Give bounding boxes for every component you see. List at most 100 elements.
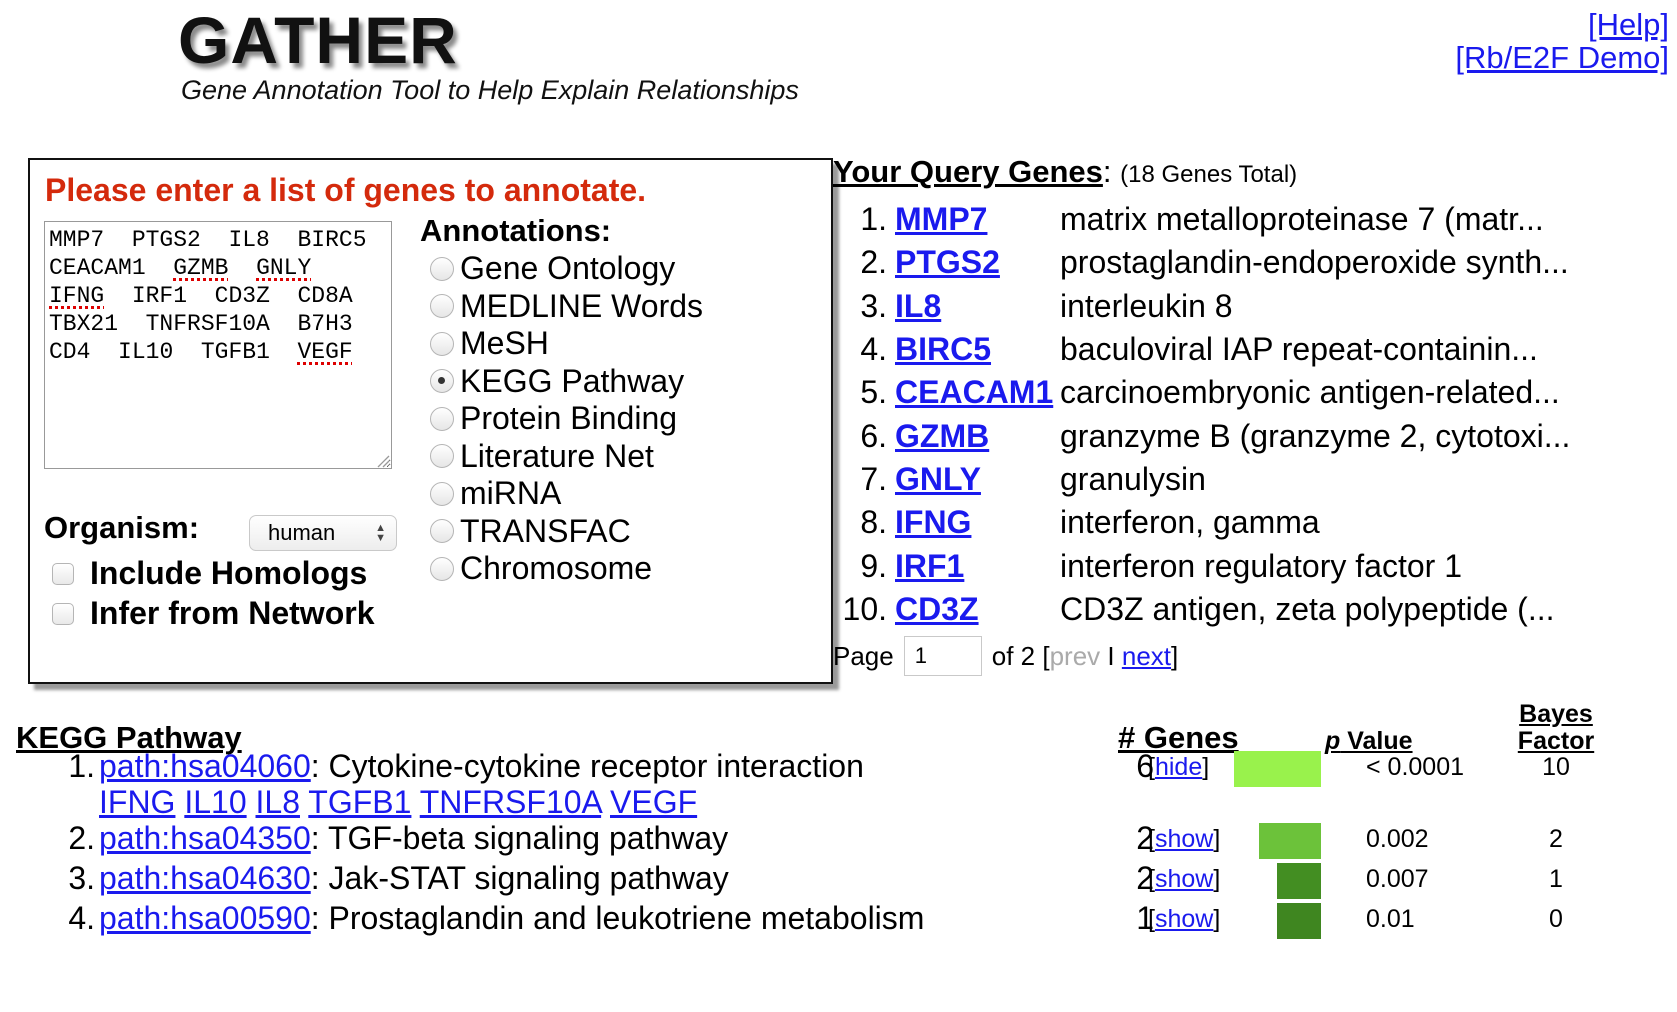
annotation-option-mirna[interactable]: miRNA xyxy=(430,475,703,513)
toggle-genes-link[interactable]: hide xyxy=(1155,753,1202,781)
annotation-option-gene-ontology[interactable]: Gene Ontology xyxy=(430,250,703,288)
gene-symbol-link[interactable]: CEACAM1 xyxy=(895,374,1070,411)
result-genes: IFNG IL10 IL8 TGFB1 TNFRSF10A VEGF xyxy=(99,784,697,821)
toggle-genes-link[interactable]: show xyxy=(1155,865,1213,893)
result-row: 3. path:hsa04630: Jak-STAT signaling path… xyxy=(0,860,1677,900)
next-link[interactable]: next xyxy=(1122,641,1171,672)
query-form: Please enter a list of genes to annotate… xyxy=(28,158,833,684)
gene-list-textarea[interactable]: MMP7 PTGS2 IL8 BIRC5 CEACAM1 GZMB GNLY I… xyxy=(44,221,392,469)
gene-symbol-link[interactable]: IL8 xyxy=(895,288,1070,325)
gene-description: granulysin xyxy=(1060,460,1206,497)
pathway-id-link[interactable]: path:hsa00590 xyxy=(99,900,311,936)
result-pathway: path:hsa00590: Prostaglandin and leukotr… xyxy=(99,900,924,937)
pager-close-bracket: ] xyxy=(1171,640,1179,671)
radio-button[interactable] xyxy=(430,481,454,506)
result-gene-link[interactable]: VEGF xyxy=(610,784,697,820)
select-arrows-icon: ▲ ▼ xyxy=(375,522,386,544)
p-value: < 0.0001 xyxy=(1366,753,1465,781)
pathway-id-link[interactable]: path:hsa04630 xyxy=(99,860,311,896)
result-gene-link[interactable]: IL8 xyxy=(256,784,300,820)
annotation-option-literature-net[interactable]: Literature Net xyxy=(430,438,703,476)
infer-network-checkbox[interactable] xyxy=(52,602,74,625)
query-gene-row: 7. GNLY granulysin xyxy=(833,458,1613,501)
result-row: 4. path:hsa00590: Prostaglandin and leuko… xyxy=(0,900,1677,940)
gene-token: IL8 xyxy=(228,227,270,253)
radio-button[interactable] xyxy=(430,331,454,356)
result-gene-link[interactable]: TGFB1 xyxy=(308,784,411,820)
page-number-input[interactable]: 1 xyxy=(903,636,982,676)
gene-index: 10. xyxy=(842,590,887,627)
radio-button[interactable] xyxy=(430,256,454,281)
annotation-option-label: miRNA xyxy=(460,475,562,512)
annotation-option-mesh[interactable]: MeSH xyxy=(430,325,703,363)
gene-token: CD4 xyxy=(49,339,91,365)
query-gene-row: 10. CD3Z CD3Z antigen, zeta polypeptide (.… xyxy=(833,588,1613,631)
infer-network-row[interactable]: Infer from Network xyxy=(52,595,374,632)
radio-button[interactable] xyxy=(430,444,454,469)
gene-symbol-link[interactable]: GZMB xyxy=(895,418,1070,455)
resize-grip-icon[interactable] xyxy=(376,454,390,468)
gene-symbol-link[interactable]: GNLY xyxy=(895,461,1070,498)
annotation-option-chromosome[interactable]: Chromosome xyxy=(430,550,703,588)
gene-description: matrix metalloproteinase 7 (matr... xyxy=(1060,201,1544,238)
query-gene-row: 2. PTGS2 prostaglandin-endoperoxide synth.… xyxy=(833,241,1613,284)
form-prompt: Please enter a list of genes to annotate… xyxy=(45,172,647,208)
annotations-label: Annotations: xyxy=(420,213,612,248)
include-homologs-checkbox[interactable] xyxy=(52,562,74,585)
gene-index: 2. xyxy=(860,244,887,281)
result-gene-link[interactable]: IFNG xyxy=(99,784,175,820)
organism-select[interactable]: human ▲ ▼ xyxy=(249,515,397,551)
gene-index: 8. xyxy=(860,504,887,541)
pager-separator: I xyxy=(1107,640,1115,671)
result-index: 1. xyxy=(68,748,95,784)
toggle-genes-link[interactable]: show xyxy=(1155,905,1213,933)
gene-symbol-link[interactable]: IFNG xyxy=(895,504,1070,541)
organism-value: human xyxy=(268,520,336,545)
query-total: (18 Genes Total) xyxy=(1120,161,1298,188)
gene-token: GNLY xyxy=(256,255,312,281)
gene-symbol-link[interactable]: BIRC5 xyxy=(895,331,1070,368)
bayes-factor: 10 xyxy=(1542,753,1570,781)
col-header-bayes-factor[interactable]: Bayes Factor xyxy=(1508,701,1604,755)
gene-token: CD8A xyxy=(297,283,353,309)
radio-button[interactable] xyxy=(430,406,454,431)
annotation-options: Gene Ontology MEDLINE Words MeSH KEGG Pathw… xyxy=(430,250,703,588)
radio-button[interactable] xyxy=(430,556,454,581)
result-row: 1. path:hsa04060: Cytokine-cytokine recep… xyxy=(0,748,1677,788)
pathway-id-link[interactable]: path:hsa04350 xyxy=(99,820,311,856)
query-genes-heading: Your Query Genes: (18 Genes Total) xyxy=(833,154,1297,190)
radio-button[interactable] xyxy=(430,519,454,544)
gene-symbol-link[interactable]: PTGS2 xyxy=(895,244,1070,281)
gene-token: TBX21 xyxy=(49,311,119,337)
result-gene-link[interactable]: IL10 xyxy=(184,784,246,820)
include-homologs-row[interactable]: Include Homologs xyxy=(52,555,367,592)
gene-symbol-link[interactable]: MMP7 xyxy=(895,201,1070,238)
gene-token: IL10 xyxy=(118,339,174,365)
help-link[interactable]: [Help] xyxy=(1455,8,1669,41)
radio-button[interactable] xyxy=(430,369,454,394)
demo-link[interactable]: [Rb/E2F Demo] xyxy=(1455,41,1669,74)
annotation-option-kegg-pathway[interactable]: KEGG Pathway xyxy=(430,363,703,401)
top-links: [Help] [Rb/E2F Demo] xyxy=(1455,8,1669,74)
pathway-id-link[interactable]: path:hsa04060 xyxy=(99,748,311,784)
query-pager: Page 1 of 2 [prev I next] xyxy=(833,636,1178,676)
app-tagline: Gene Annotation Tool to Help Explain Rel… xyxy=(181,75,799,105)
gene-description: interferon regulatory factor 1 xyxy=(1060,547,1462,584)
gene-description: granzyme B (granzyme 2, cytotoxi... xyxy=(1060,417,1571,454)
toggle-genes-link[interactable]: show xyxy=(1155,825,1213,853)
annotation-option-protein-binding[interactable]: Protein Binding xyxy=(430,400,703,438)
annotation-option-label: KEGG Pathway xyxy=(460,362,685,399)
gene-description: interferon, gamma xyxy=(1060,504,1320,541)
query-title-colon: : xyxy=(1102,154,1112,189)
annotation-option-medline-words[interactable]: MEDLINE Words xyxy=(430,288,703,326)
gene-symbol-link[interactable]: IRF1 xyxy=(895,548,1070,585)
gene-symbol-link[interactable]: CD3Z xyxy=(895,591,1070,628)
annotation-option-transfac[interactable]: TRANSFAC xyxy=(430,513,703,551)
result-gene-link[interactable]: TNFRSF10A xyxy=(420,784,601,820)
radio-button[interactable] xyxy=(430,294,454,319)
annotation-option-label: MEDLINE Words xyxy=(460,287,704,324)
gene-index: 4. xyxy=(860,331,887,368)
show-hide-toggle: [show] xyxy=(1148,865,1221,893)
p-value-bar xyxy=(1234,751,1321,787)
p-value: 0.002 xyxy=(1366,825,1429,853)
